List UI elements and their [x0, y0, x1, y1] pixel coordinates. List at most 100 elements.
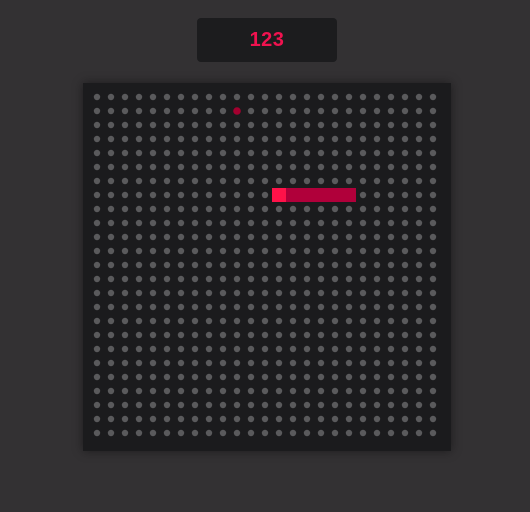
- grid-dot: [401, 107, 409, 115]
- snake-segment: [342, 188, 356, 202]
- grid-dot: [93, 191, 101, 199]
- grid-dot: [205, 205, 213, 213]
- grid-dot: [121, 177, 129, 185]
- grid-dot: [205, 373, 213, 381]
- grid-dot: [177, 219, 185, 227]
- grid-dot: [331, 387, 339, 395]
- grid-dot: [121, 373, 129, 381]
- grid-dot: [121, 289, 129, 297]
- grid-dot: [149, 177, 157, 185]
- grid-dot: [401, 177, 409, 185]
- grid-dot: [387, 373, 395, 381]
- grid-dot: [261, 275, 269, 283]
- grid-dot: [373, 359, 381, 367]
- grid-dot: [387, 219, 395, 227]
- grid-dot: [247, 177, 255, 185]
- grid-dot: [317, 415, 325, 423]
- grid-dot: [415, 317, 423, 325]
- grid-dot: [401, 93, 409, 101]
- grid-dot: [219, 317, 227, 325]
- grid-dot: [177, 275, 185, 283]
- grid-dot: [401, 429, 409, 437]
- grid-dot: [219, 303, 227, 311]
- grid-dot: [191, 401, 199, 409]
- grid-dot: [135, 107, 143, 115]
- grid-dot: [289, 261, 297, 269]
- grid-dot: [289, 93, 297, 101]
- grid-dot: [135, 121, 143, 129]
- grid-dot: [121, 233, 129, 241]
- grid-dot: [373, 429, 381, 437]
- grid-dot: [149, 93, 157, 101]
- snake-segment: [286, 188, 300, 202]
- grid-dot: [415, 93, 423, 101]
- grid-dot: [429, 345, 437, 353]
- grid-dot: [135, 317, 143, 325]
- grid-dot: [107, 233, 115, 241]
- grid-dot: [93, 345, 101, 353]
- grid-dot: [331, 359, 339, 367]
- grid-dot: [191, 373, 199, 381]
- grid-dot: [121, 219, 129, 227]
- grid-dot: [429, 93, 437, 101]
- grid-dot: [387, 289, 395, 297]
- grid-dot: [219, 275, 227, 283]
- grid-dot: [289, 401, 297, 409]
- grid-dot: [247, 233, 255, 241]
- grid-dot: [163, 163, 171, 171]
- grid-dot: [275, 401, 283, 409]
- grid-dot: [93, 205, 101, 213]
- grid-dot: [261, 219, 269, 227]
- grid-dot: [401, 289, 409, 297]
- grid-dot: [107, 93, 115, 101]
- grid-dot: [135, 149, 143, 157]
- grid-dot: [219, 107, 227, 115]
- grid-dot: [415, 429, 423, 437]
- grid-dot: [163, 401, 171, 409]
- score-panel: 123: [197, 18, 337, 62]
- grid-dot: [233, 345, 241, 353]
- grid-dot: [205, 415, 213, 423]
- grid-dot: [401, 191, 409, 199]
- grid-dot: [149, 359, 157, 367]
- grid-dot: [163, 149, 171, 157]
- grid-dot: [149, 317, 157, 325]
- grid-dot: [149, 373, 157, 381]
- grid-dot: [275, 149, 283, 157]
- grid-dot: [247, 345, 255, 353]
- grid-dot: [93, 135, 101, 143]
- grid-dot: [331, 275, 339, 283]
- grid-dot: [205, 135, 213, 143]
- grid-dot: [275, 121, 283, 129]
- grid-dot: [359, 261, 367, 269]
- grid-dot: [233, 247, 241, 255]
- grid-dot: [191, 233, 199, 241]
- grid-dot: [205, 345, 213, 353]
- grid-dot: [429, 107, 437, 115]
- grid-dot: [359, 359, 367, 367]
- grid-dot: [359, 205, 367, 213]
- grid-dot: [191, 359, 199, 367]
- game-board[interactable]: [83, 83, 451, 451]
- grid-dot: [331, 219, 339, 227]
- grid-dot: [191, 247, 199, 255]
- grid-dot: [359, 191, 367, 199]
- grid-dot: [121, 429, 129, 437]
- grid-dot: [275, 317, 283, 325]
- grid-dot: [275, 429, 283, 437]
- grid-dot: [373, 219, 381, 227]
- grid-dot: [247, 303, 255, 311]
- grid-dot: [289, 135, 297, 143]
- grid-dot: [135, 135, 143, 143]
- grid-dot: [135, 233, 143, 241]
- grid-dot: [387, 359, 395, 367]
- grid-dot: [107, 373, 115, 381]
- grid-dot: [429, 219, 437, 227]
- grid-dot: [205, 191, 213, 199]
- grid-dot: [401, 359, 409, 367]
- grid-dot: [401, 121, 409, 129]
- grid-dot: [135, 429, 143, 437]
- grid-dot: [401, 331, 409, 339]
- grid-dot: [373, 163, 381, 171]
- grid-dot: [359, 135, 367, 143]
